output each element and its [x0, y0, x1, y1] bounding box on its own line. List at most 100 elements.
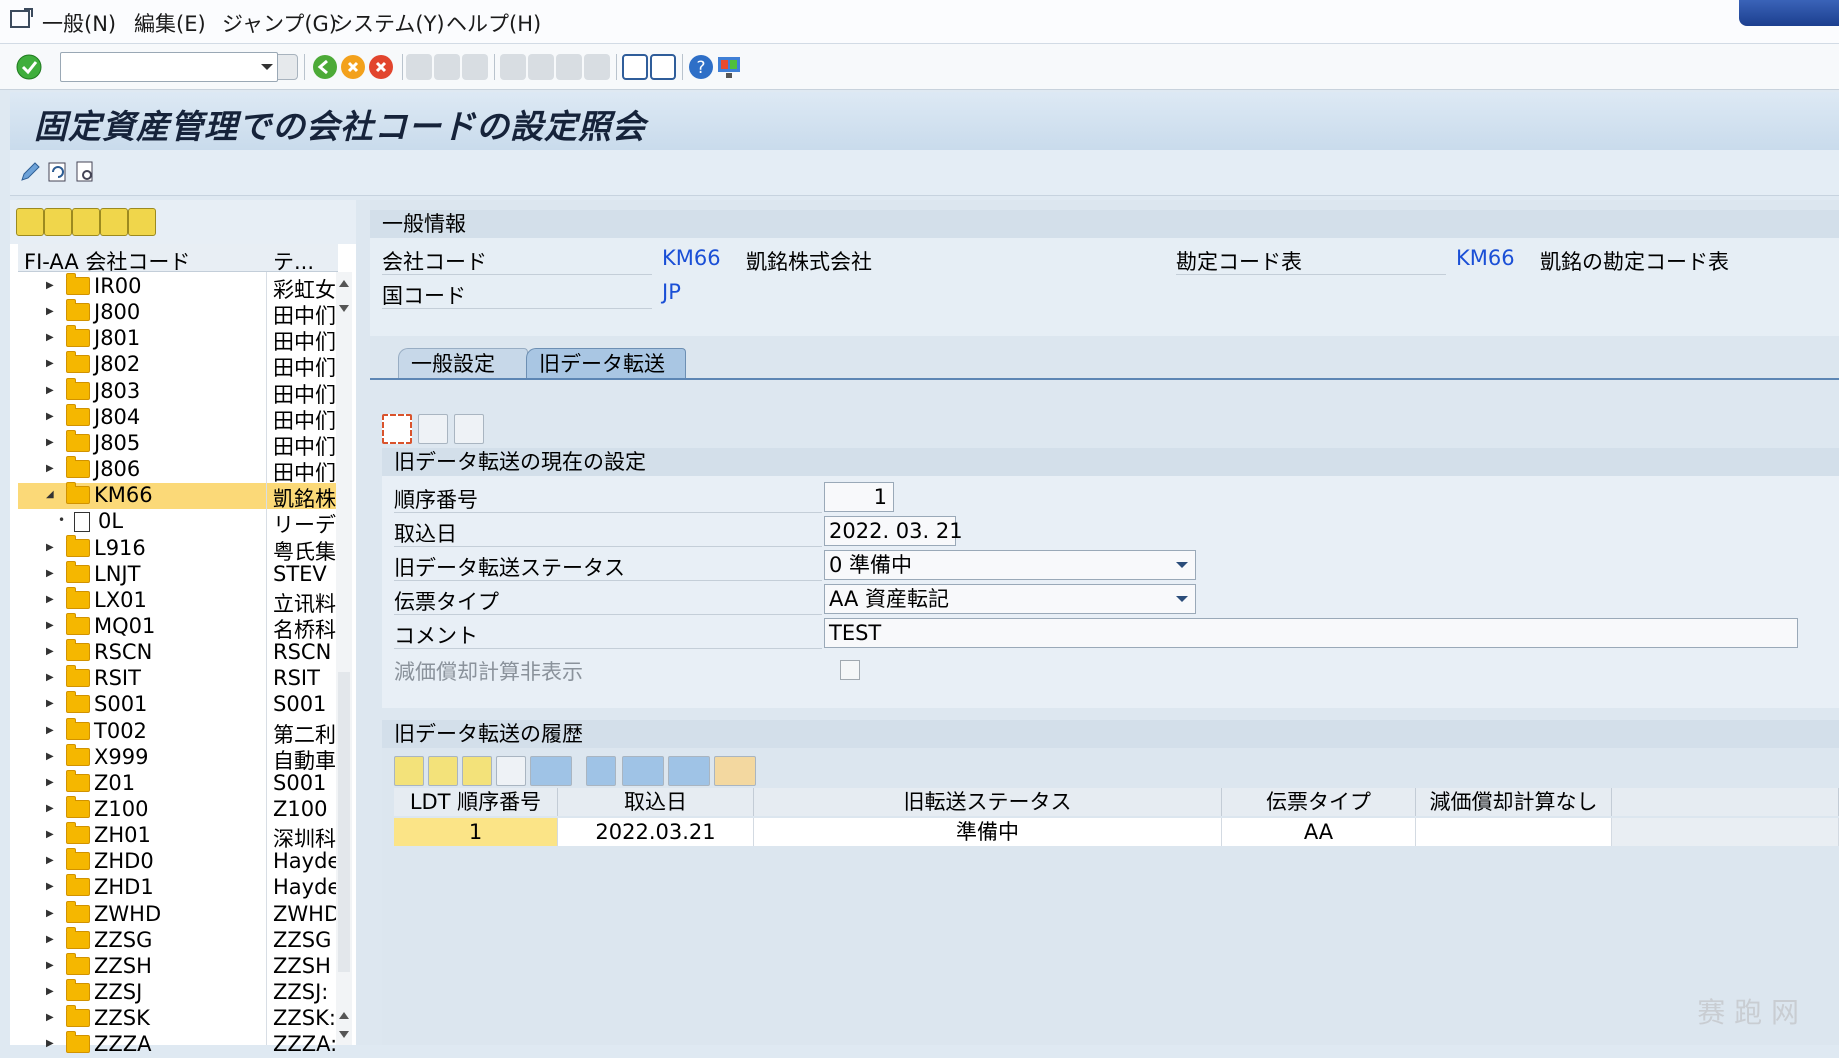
tree-row[interactable]: ▶ RSIT RSIT: [18, 665, 336, 692]
tree-row[interactable]: ▶ J802 田中们: [18, 351, 336, 380]
scroll-up-icon[interactable]: [338, 278, 350, 288]
collapsed-arrow-icon[interactable]: ▶: [46, 908, 54, 919]
scroll-down-icon[interactable]: [338, 1030, 350, 1040]
table-cell-nodep[interactable]: [1416, 818, 1612, 846]
cancel-icon[interactable]: [368, 54, 394, 80]
collapsed-arrow-icon[interactable]: ▶: [46, 777, 54, 788]
menu-system[interactable]: システム(Y): [332, 8, 445, 38]
menu-icon[interactable]: [10, 8, 34, 30]
layout-icon[interactable]: [714, 756, 756, 786]
next-page-icon[interactable]: [556, 54, 582, 80]
tree-row[interactable]: ▶ ZZSJ ZZSJ:: [18, 979, 336, 1006]
refresh-icon[interactable]: [46, 160, 70, 184]
menu-general[interactable]: 一般(N): [42, 8, 116, 38]
structure-icon[interactable]: [100, 208, 128, 236]
col-transfer-status[interactable]: 旧転送ステータス: [754, 788, 1222, 816]
print-icon[interactable]: [586, 756, 616, 786]
tree-column-text[interactable]: テ...: [273, 246, 314, 276]
country-value[interactable]: JP: [662, 280, 681, 304]
tree-row[interactable]: ▶ J806 田中们: [18, 456, 336, 485]
chevron-down-icon[interactable]: [1175, 560, 1189, 570]
collapsed-arrow-icon[interactable]: ▶: [46, 463, 54, 474]
copy-icon[interactable]: [418, 414, 448, 444]
shortcut-icon[interactable]: [650, 54, 676, 80]
table-cell-date[interactable]: 2022.03.21: [558, 818, 754, 846]
table-cell-status[interactable]: 準備中: [754, 818, 1222, 846]
tree-row[interactable]: ▶ J805 田中们: [18, 430, 336, 459]
tree-row[interactable]: ▶ J803 田中们: [18, 378, 336, 407]
seq-field[interactable]: 1: [824, 482, 894, 512]
collapsed-arrow-icon[interactable]: ▶: [46, 803, 54, 814]
collapsed-arrow-icon[interactable]: ▶: [46, 306, 54, 317]
tree-row[interactable]: ▶ Z01 S001: [18, 770, 336, 797]
new-session-icon[interactable]: [622, 54, 648, 80]
tree-row[interactable]: ▶ S001 S001: [18, 691, 336, 718]
tree-row[interactable]: ▶ ZWHD ZWHD: [18, 901, 336, 928]
find-icon[interactable]: [72, 208, 100, 236]
collapsed-arrow-icon[interactable]: ▶: [46, 672, 54, 683]
print-icon[interactable]: [406, 54, 432, 80]
collapsed-arrow-icon[interactable]: ▶: [46, 1038, 54, 1049]
col-doc-type[interactable]: 伝票タイプ: [1222, 788, 1416, 816]
back-icon[interactable]: [312, 54, 338, 80]
tree-row[interactable]: ▶ Z100 Z100: [18, 796, 336, 823]
panel-splitter[interactable]: [356, 200, 370, 1045]
find-next-icon[interactable]: [496, 756, 526, 786]
tree-row[interactable]: ▶ J801 田中们: [18, 325, 336, 354]
first-page-icon[interactable]: [500, 54, 526, 80]
tree-scrollbar[interactable]: [336, 272, 352, 1045]
delete-icon[interactable]: [454, 414, 484, 444]
tab-legacy-transfer[interactable]: 旧データ転送: [526, 348, 686, 378]
chevron-down-icon[interactable]: [1175, 594, 1189, 604]
tree-row[interactable]: ▶ ZHD1 Hayde: [18, 874, 336, 901]
document-search-icon[interactable]: [74, 160, 98, 184]
collapsed-arrow-icon[interactable]: ▶: [46, 751, 54, 762]
tab-general-settings[interactable]: 一般設定: [398, 348, 528, 378]
collapsed-arrow-icon[interactable]: ▶: [46, 986, 54, 997]
chevron-down-icon[interactable]: [256, 56, 278, 78]
date-field[interactable]: 2022. 03. 21: [824, 516, 963, 546]
sort-descending-icon[interactable]: [428, 756, 458, 786]
export-icon[interactable]: [668, 756, 710, 786]
collapsed-arrow-icon[interactable]: ▶: [46, 411, 54, 422]
collapsed-arrow-icon[interactable]: ▶: [46, 934, 54, 945]
scroll-up-icon[interactable]: [338, 1010, 350, 1020]
tree-row[interactable]: ▶ J800 田中们: [18, 299, 336, 328]
collapsed-arrow-icon[interactable]: ▶: [46, 358, 54, 369]
collapsed-arrow-icon[interactable]: ▶: [46, 960, 54, 971]
no-depreciation-checkbox[interactable]: [840, 660, 860, 680]
comment-field[interactable]: TEST: [824, 618, 1798, 648]
views-icon[interactable]: [622, 756, 664, 786]
menu-edit[interactable]: 編集(E): [134, 8, 206, 38]
col-import-date[interactable]: 取込日: [558, 788, 754, 816]
collapsed-arrow-icon[interactable]: ▶: [46, 437, 54, 448]
tree-row[interactable]: ▶ J804 田中们: [18, 404, 336, 433]
find-icon[interactable]: [434, 54, 460, 80]
coa-value[interactable]: KM66: [1456, 246, 1515, 270]
tree-row[interactable]: ▶ L916 粤氏集: [18, 535, 336, 564]
edit-pencil-icon[interactable]: [18, 160, 42, 184]
collapsed-arrow-icon[interactable]: ▶: [46, 646, 54, 657]
collapsed-arrow-icon[interactable]: ▶: [46, 698, 54, 709]
tree-row[interactable]: ▶ X999 自動車: [18, 744, 336, 773]
help-icon[interactable]: ?: [688, 54, 714, 80]
leaf-dot-icon[interactable]: •: [58, 513, 65, 527]
menu-jump[interactable]: ジャンプ(G): [222, 8, 337, 38]
find-icon[interactable]: [462, 756, 492, 786]
tree-row[interactable]: ▶ LX01 立讯料: [18, 587, 336, 616]
collapsed-arrow-icon[interactable]: ▶: [46, 568, 54, 579]
status-select[interactable]: 0 準備中: [824, 550, 1196, 580]
check-icon[interactable]: [16, 54, 42, 80]
prev-page-icon[interactable]: [528, 54, 554, 80]
tree-row[interactable]: ▶ ZHD0 Hayde: [18, 848, 336, 875]
tree-row[interactable]: ▶ ZZSK ZZSK:: [18, 1005, 336, 1032]
collapse-all-icon[interactable]: [44, 208, 72, 236]
expand-all-icon[interactable]: [16, 208, 44, 236]
collapsed-arrow-icon[interactable]: ▶: [46, 332, 54, 343]
collapsed-arrow-icon[interactable]: ▶: [46, 829, 54, 840]
tree-row[interactable]: ▶ ZZSH ZZSH: [18, 953, 336, 980]
command-field[interactable]: [60, 52, 278, 82]
collapsed-arrow-icon[interactable]: ▶: [46, 542, 54, 553]
tree-row[interactable]: ▶ RSCN RSCN: [18, 639, 336, 666]
create-icon[interactable]: [382, 414, 412, 444]
